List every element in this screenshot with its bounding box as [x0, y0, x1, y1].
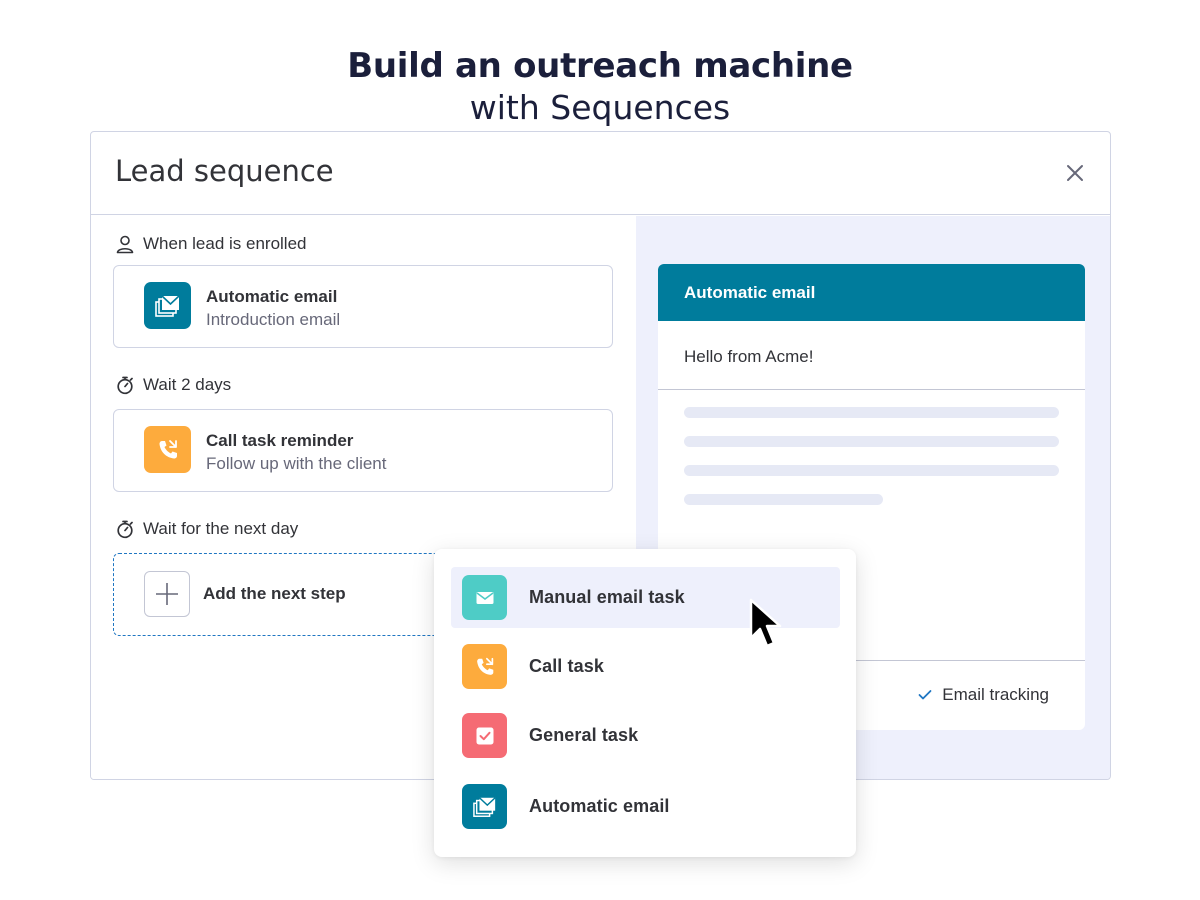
trigger-wait-2-days: Wait 2 days	[115, 375, 231, 395]
headline-bold: Build an outreach machine	[347, 46, 853, 86]
email-body-placeholder-line	[684, 407, 1059, 418]
phone-icon	[144, 426, 191, 473]
menu-item-label: Call task	[529, 656, 604, 676]
email-body-placeholder-line	[684, 465, 1059, 476]
email-body-placeholder-line	[684, 436, 1059, 447]
step-subtitle: Follow up with the client	[206, 454, 387, 473]
step-subtitle: Introduction email	[206, 310, 341, 329]
headline-light: with Sequences	[469, 88, 731, 127]
envelope-icon	[462, 575, 507, 620]
add-step-label: Add the next step	[203, 584, 346, 603]
stopwatch-icon	[117, 376, 133, 395]
email-body-placeholder-line	[684, 494, 883, 505]
step-card-automatic-email[interactable]: Automatic email Introduction email	[113, 265, 613, 348]
mouse-pointer-icon	[749, 598, 782, 648]
person-icon	[116, 235, 134, 254]
window-header: Lead sequence	[91, 132, 1110, 215]
trigger-label: When lead is enrolled	[143, 234, 307, 253]
menu-item-general-task[interactable]: General task	[451, 705, 840, 766]
stopwatch-icon	[117, 520, 133, 539]
window-title: Lead sequence	[115, 154, 334, 188]
trigger-enrolled: When lead is enrolled	[115, 234, 306, 254]
menu-item-label: Manual email task	[529, 587, 685, 607]
menu-item-label: Automatic email	[529, 796, 670, 816]
email-tracking-toggle[interactable]: Email tracking	[918, 685, 1049, 705]
menu-item-label: General task	[529, 725, 639, 745]
step-title: Call task reminder	[206, 431, 354, 450]
hero-headline: Build an outreach machine with Sequences	[0, 44, 1200, 128]
step-title: Automatic email	[206, 287, 338, 306]
phone-icon	[462, 644, 507, 689]
email-preview-header: Automatic email	[658, 264, 1085, 321]
trigger-label: Wait for the next day	[143, 519, 299, 538]
email-stack-icon	[144, 282, 191, 329]
trigger-label: Wait 2 days	[143, 375, 232, 394]
email-tracking-label: Email tracking	[942, 685, 1049, 704]
email-stack-icon	[462, 784, 507, 829]
email-subject[interactable]: Hello from Acme!	[658, 321, 1085, 390]
plus-icon	[144, 571, 190, 617]
menu-item-automatic-email[interactable]: Automatic email	[451, 776, 840, 837]
step-type-dropdown: Manual email task Call task General task…	[434, 549, 856, 857]
check-icon	[918, 690, 932, 700]
step-card-call-task-reminder[interactable]: Call task reminder Follow up with the cl…	[113, 409, 613, 492]
close-icon[interactable]	[1064, 162, 1086, 184]
checkbox-icon	[462, 713, 507, 758]
trigger-wait-next-day: Wait for the next day	[115, 519, 298, 539]
